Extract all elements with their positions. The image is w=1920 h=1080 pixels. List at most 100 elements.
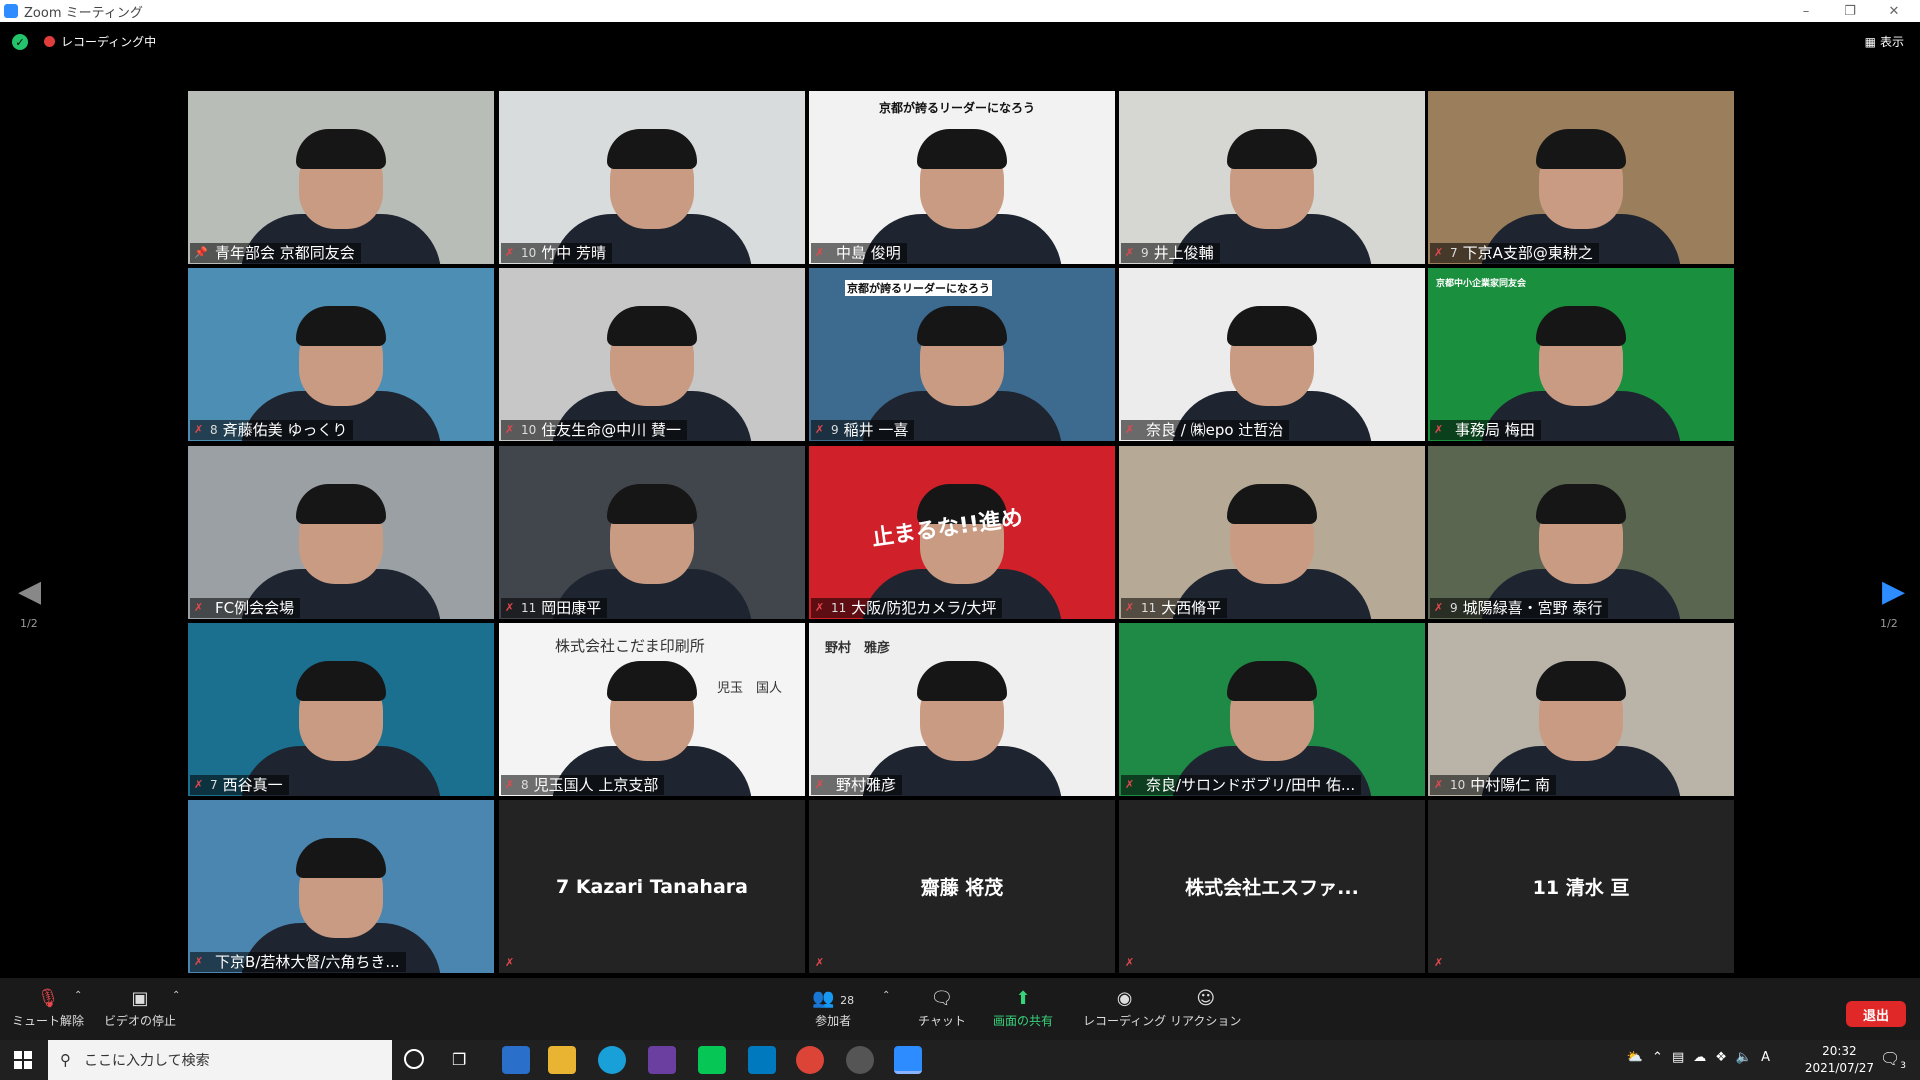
tray-chevron-up-icon[interactable]: ⌃ — [1652, 1050, 1663, 1065]
reaction-label: リアクション — [1170, 1014, 1242, 1028]
participant-display-name: 株式会社エスファ... — [1185, 877, 1359, 899]
reaction-button[interactable]: ☺ リアクション — [1170, 988, 1241, 1029]
view-button[interactable]: ▦ 表示 — [1865, 33, 1904, 50]
participant-hair-shape — [1227, 129, 1317, 169]
video-options-chevron-icon[interactable]: ⌃ — [172, 990, 180, 1001]
muted-mic-icon: ✗ — [505, 423, 515, 436]
window-title: Zoom ミーティング — [24, 5, 143, 21]
participant-video-tile[interactable]: ✗ 10 竹中 芳晴 — [499, 91, 805, 264]
close-button[interactable]: ✕ — [1872, 0, 1916, 22]
participant-video-tile[interactable]: ✗ 7 下京A支部@東耕之 — [1428, 91, 1734, 264]
participant-video-tile[interactable]: ✗ FC例会会場 — [188, 446, 494, 619]
settings-gear-icon[interactable] — [846, 1046, 874, 1074]
notification-count: 3 — [1900, 1061, 1906, 1072]
network-icon[interactable]: ▤ — [1672, 1050, 1684, 1065]
unmute-label: ミュート解除 — [12, 1014, 85, 1028]
leave-meeting-button[interactable]: 退出 — [1846, 1001, 1906, 1027]
participant-video-tile[interactable]: ✗ 7 西谷真一 — [188, 623, 494, 796]
muted-mic-icon: ✗ — [505, 601, 515, 614]
recording-indicator[interactable]: レコーディング中 — [44, 33, 156, 50]
participant-hair-shape — [607, 484, 697, 524]
participant-avatar-tile[interactable]: 齋藤 将茂 ✗ — [809, 800, 1115, 973]
participant-avatar-tile[interactable]: 株式会社エスファ... ✗ — [1119, 800, 1425, 973]
participant-video-tile[interactable]: ✗ 10 中村陽仁 南 — [1428, 623, 1734, 796]
participant-name: 住友生命@中川 賛一 — [541, 421, 682, 439]
minimize-button[interactable]: – — [1784, 0, 1828, 22]
chat-button[interactable]: 🗨 チャット — [918, 988, 966, 1029]
participant-nameplate: ✗ 7 西谷真一 — [190, 775, 289, 795]
notification-icon[interactable]: 🗨3 — [1880, 1049, 1906, 1071]
participant-video-tile[interactable]: ✗ 奈良 / ㈱epo 辻哲治 — [1119, 268, 1425, 441]
muted-mic-icon: ✗ — [815, 601, 825, 614]
taskbar-search-box[interactable]: ⚲ ここに入力して検索 — [48, 1040, 392, 1080]
participant-nameplate: ✗ 8 斉藤佑美 ゆっくり — [190, 420, 354, 440]
slack-icon[interactable] — [648, 1046, 676, 1074]
weather-icon[interactable]: ⛅ — [1627, 1050, 1643, 1065]
participant-display-name: 11 清水 亘 — [1532, 877, 1630, 899]
participant-name: 事務局 梅田 — [1455, 421, 1535, 439]
stop-video-button[interactable]: ▣ ビデオの停止 — [104, 988, 176, 1029]
line-app-icon[interactable] — [698, 1046, 726, 1074]
participant-name: 下京A支部@東耕之 — [1462, 244, 1593, 262]
muted-mic-icon: ✗ — [1125, 423, 1135, 436]
participant-avatar-tile[interactable]: 11 清水 亘 ✗ — [1428, 800, 1734, 973]
participant-hair-shape — [917, 129, 1007, 169]
participant-video-tile[interactable]: ✗ 9 稲井 一喜 京都が誇るリーダーになろう — [809, 268, 1115, 441]
zoom-taskbar-icon[interactable] — [894, 1046, 922, 1074]
participant-number: 10 — [521, 246, 537, 260]
ime-indicator[interactable]: A — [1761, 1050, 1770, 1065]
participant-video-tile[interactable]: ✗ 奈良/サロンドボブリ/田中 佑... — [1119, 623, 1425, 796]
participant-nameplate: 📌 青年部会 京都同友会 — [190, 243, 361, 263]
participant-name: 西谷真一 — [222, 776, 283, 794]
participant-video-tile[interactable]: ✗ 11 岡田康平 — [499, 446, 805, 619]
audio-options-chevron-icon[interactable]: ⌃ — [74, 990, 82, 1001]
muted-mic-icon: ✗ — [194, 423, 204, 436]
volume-icon[interactable]: 🔈 — [1736, 1050, 1752, 1065]
participant-name: 大西脩平 — [1161, 599, 1222, 617]
dropbox-icon[interactable]: ❖ — [1715, 1050, 1727, 1065]
share-screen-button[interactable]: ⬆ 画面の共有 — [993, 988, 1053, 1029]
taskbar-clock[interactable]: 20:32 2021/07/27 — [1805, 1043, 1874, 1077]
chrome-icon[interactable] — [796, 1046, 824, 1074]
record-button[interactable]: ◉ レコーディング — [1083, 988, 1166, 1029]
company-person-text: 児玉 国人 — [717, 681, 783, 696]
participant-video-tile[interactable]: ✗ 11 大西脩平 — [1119, 446, 1425, 619]
participant-video-tile[interactable]: ✗ 野村雅彦 野村 雅彦 — [809, 623, 1115, 796]
participant-number: 8 — [210, 423, 218, 437]
participant-nameplate: ✗ 8 児玉国人 上京支部 — [501, 775, 665, 795]
participants-icon: 👥 28 — [812, 988, 855, 1009]
participant-video-tile[interactable]: ✗ 9 城陽緑喜・宮野 泰行 — [1428, 446, 1734, 619]
participants-button[interactable]: 👥 28 参加者 — [812, 988, 854, 1029]
participant-video-tile[interactable]: ✗ 10 住友生命@中川 賛一 — [499, 268, 805, 441]
record-icon: ◉ — [1116, 988, 1133, 1009]
task-view-icon[interactable]: ❐ — [452, 1050, 466, 1069]
participant-video-tile[interactable]: ✗ 8 斉藤佑美 ゆっくり — [188, 268, 494, 441]
file-explorer-icon[interactable] — [548, 1046, 576, 1074]
participant-video-tile[interactable]: ✗ 事務局 梅田 京都中小企業家同友会 — [1428, 268, 1734, 441]
next-page-arrow-icon[interactable]: ▶ — [1882, 574, 1905, 609]
security-shield-icon[interactable]: ✓ — [12, 34, 28, 50]
participants-label: 参加者 — [815, 1014, 852, 1028]
app-bw-icon[interactable] — [502, 1046, 530, 1074]
participant-video-tile[interactable]: ✗ 8 児玉国人 上京支部 株式会社こだま印刷所 児玉 国人 — [499, 623, 805, 796]
cloud-icon[interactable]: ☁ — [1693, 1050, 1706, 1065]
participant-avatar-tile[interactable]: 7 Kazari Tanahara ✗ — [499, 800, 805, 973]
participant-video-tile[interactable]: 📌 青年部会 京都同友会 — [188, 91, 494, 264]
view-label: 表示 — [1879, 35, 1904, 49]
participant-hair-shape — [1536, 306, 1626, 346]
prev-page-arrow-icon[interactable]: ◀ — [18, 574, 41, 609]
participant-number: 7 — [210, 778, 218, 792]
cortana-icon[interactable] — [404, 1049, 424, 1069]
muted-mic-icon: ✗ — [1434, 778, 1444, 791]
edge-browser-icon[interactable] — [598, 1046, 626, 1074]
participant-nameplate: ✗ 中島 俊明 — [811, 243, 907, 263]
participant-video-tile[interactable]: ✗ 9 井上俊輔 — [1119, 91, 1425, 264]
participant-video-tile[interactable]: ✗ 下京B/若林大督/六角ちき... — [188, 800, 494, 973]
participants-options-chevron-icon[interactable]: ⌃ — [882, 990, 890, 1001]
participant-video-tile[interactable]: ✗ 中島 俊明 京都が誇るリーダーになろう — [809, 91, 1115, 264]
trello-icon[interactable] — [748, 1046, 776, 1074]
participant-video-tile[interactable]: ✗ 11 大阪/防犯カメラ/大坪 止まるな!!進め — [809, 446, 1115, 619]
pin-icon: 📌 — [194, 246, 208, 259]
windows-start-icon[interactable] — [14, 1051, 32, 1069]
restore-button[interactable]: ❐ — [1828, 0, 1872, 22]
